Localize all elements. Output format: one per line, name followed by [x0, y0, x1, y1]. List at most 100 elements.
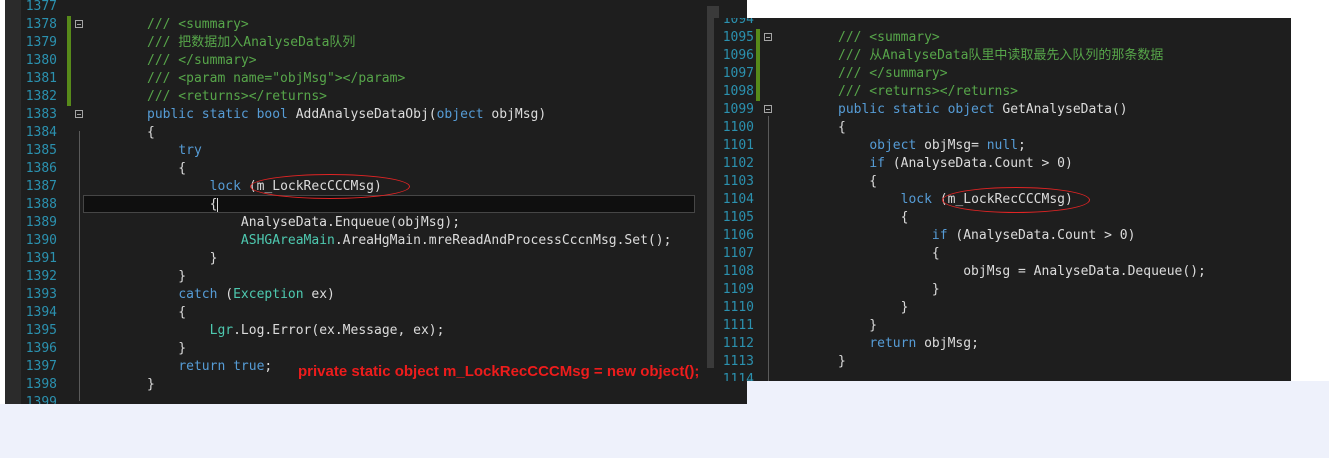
- code-line[interactable]: 1385 try: [5, 142, 747, 160]
- code-text: {: [838, 210, 909, 225]
- code-line[interactable]: 1111 }: [714, 317, 1291, 335]
- collapse-icon[interactable]: [764, 105, 772, 113]
- line-number: 1107: [722, 246, 754, 261]
- code-line[interactable]: 1390 ASHGAreaMain.AreaHgMain.mreReadAndP…: [5, 232, 747, 250]
- code-text: public static object GetAnalyseData(): [838, 102, 1128, 117]
- line-number: 1389: [25, 215, 57, 230]
- line-number: 1399: [25, 395, 57, 404]
- line-number: 1097: [722, 66, 754, 81]
- code-text: /// 从AnalyseData队里中读取最先入队列的那条数据: [838, 48, 1164, 63]
- change-marker: [67, 88, 71, 106]
- code-text: {: [147, 161, 187, 176]
- code-line[interactable]: 1394 {: [5, 304, 747, 322]
- code-line[interactable]: 1094: [714, 18, 1291, 29]
- code-line[interactable]: 1096 /// 从AnalyseData队里中读取最先入队列的那条数据: [714, 47, 1291, 65]
- code-line[interactable]: 1107 {: [714, 245, 1291, 263]
- code-line[interactable]: 1097 /// </summary>: [714, 65, 1291, 83]
- code-line[interactable]: 1384 {: [5, 124, 747, 142]
- code-text: objMsg = AnalyseData.Dequeue();: [838, 264, 1206, 279]
- code-text: /// <param name="objMsg"></param>: [147, 71, 406, 86]
- line-number: 1113: [722, 354, 754, 369]
- code-line[interactable]: 1381 /// <param name="objMsg"></param>: [5, 70, 747, 88]
- code-text: {: [147, 125, 155, 140]
- line-number: 1096: [722, 48, 754, 63]
- code-text: }: [838, 300, 909, 315]
- collapse-icon[interactable]: [75, 110, 83, 118]
- highlight-ellipse-left: [250, 174, 410, 199]
- line-number: 1386: [25, 161, 57, 176]
- code-text: }: [838, 318, 878, 333]
- line-number: 1099: [722, 102, 754, 117]
- annotation-text: private static object m_LockRecCCCMsg = …: [298, 363, 700, 380]
- code-line[interactable]: 1378 /// <summary>: [5, 16, 747, 34]
- line-number: 1105: [722, 210, 754, 225]
- code-line[interactable]: 1101 object objMsg= null;: [714, 137, 1291, 155]
- code-line[interactable]: 1099 public static object GetAnalyseData(…: [714, 101, 1291, 119]
- code-line[interactable]: 1095 /// <summary>: [714, 29, 1291, 47]
- code-line[interactable]: 1383 public static bool AddAnalyseDataObj…: [5, 106, 747, 124]
- code-line[interactable]: 1109 }: [714, 281, 1291, 299]
- line-number: 1383: [25, 107, 57, 122]
- line-number: 1387: [25, 179, 57, 194]
- code-line[interactable]: 1100 {: [714, 119, 1291, 137]
- code-text: AnalyseData.Enqueue(objMsg);: [147, 215, 461, 230]
- code-line[interactable]: 1380 /// </summary>: [5, 52, 747, 70]
- code-text: object objMsg= null;: [869, 138, 1026, 153]
- code-text: ASHGAreaMain.AreaHgMain.mreReadAndProces…: [240, 233, 672, 248]
- line-number: 1114: [722, 372, 754, 381]
- line-number: 1109: [722, 282, 754, 297]
- line-number: 1391: [25, 251, 57, 266]
- line-number: 1390: [25, 233, 57, 248]
- desktop-background-right: [747, 381, 1329, 458]
- code-text: {: [147, 197, 219, 212]
- code-text: Lgr.Log.Error(ex.Message, ex);: [209, 323, 445, 338]
- line-number: 1384: [25, 125, 57, 140]
- code-line[interactable]: 1392 }: [5, 268, 747, 286]
- code-line[interactable]: 1110 }: [714, 299, 1291, 317]
- line-number: 1106: [722, 228, 754, 243]
- code-text: }: [147, 251, 218, 266]
- code-line[interactable]: 1098 /// <returns></returns>: [714, 83, 1291, 101]
- collapse-icon[interactable]: [764, 33, 772, 41]
- code-line[interactable]: 1112 return objMsg;: [714, 335, 1291, 353]
- code-text: public static bool AddAnalyseDataObj(obj…: [147, 107, 547, 122]
- code-line[interactable]: 1113}: [714, 353, 1291, 371]
- code-text: /// <returns></returns>: [838, 84, 1019, 99]
- code-text: {: [838, 174, 878, 189]
- code-line[interactable]: 1102 if (AnalyseData.Count > 0): [714, 155, 1291, 173]
- code-line[interactable]: 1379 /// 把数据加入AnalyseData队列: [5, 34, 747, 52]
- code-text: {: [838, 246, 940, 261]
- code-text: }: [147, 377, 155, 392]
- code-text: /// </summary>: [838, 66, 948, 81]
- code-text: }: [838, 354, 846, 369]
- code-line[interactable]: 1393 catch (Exception ex): [5, 286, 747, 304]
- code-line[interactable]: 1106 if (AnalyseData.Count > 0): [714, 227, 1291, 245]
- code-text: }: [838, 282, 940, 297]
- code-text: /// </summary>: [147, 53, 257, 68]
- line-number: 1101: [722, 138, 754, 153]
- line-number: 1385: [25, 143, 57, 158]
- code-line[interactable]: 1391 }: [5, 250, 747, 268]
- line-number: 1398: [25, 377, 57, 392]
- change-marker: [67, 34, 71, 52]
- code-text: }: [147, 269, 187, 284]
- code-text: /// <summary>: [147, 17, 249, 32]
- line-number: 1095: [722, 30, 754, 45]
- code-line[interactable]: 1396 }: [5, 340, 747, 358]
- code-line[interactable]: 1382 /// <returns></returns>: [5, 88, 747, 106]
- code-line[interactable]: 1395 Lgr.Log.Error(ex.Message, ex);: [5, 322, 747, 340]
- line-number: 1098: [722, 84, 754, 99]
- code-line[interactable]: 1108 objMsg = AnalyseData.Dequeue();: [714, 263, 1291, 281]
- highlight-ellipse-right: [942, 187, 1090, 213]
- desktop-background-top: [747, 0, 1329, 20]
- code-line[interactable]: 1114: [714, 371, 1291, 381]
- line-number: 1108: [722, 264, 754, 279]
- code-line[interactable]: 1389 AnalyseData.Enqueue(objMsg);: [5, 214, 747, 232]
- code-line[interactable]: 1377: [5, 0, 747, 16]
- code-line[interactable]: 1388 {: [5, 196, 747, 214]
- collapse-icon[interactable]: [75, 20, 83, 28]
- code-line[interactable]: 1399: [5, 394, 747, 404]
- code-text: if (AnalyseData.Count > 0): [869, 156, 1073, 171]
- line-number: 1382: [25, 89, 57, 104]
- code-editor-left[interactable]: 1377 1378 /// <summary> 1379 /// 把数据加入Analys…: [5, 0, 747, 404]
